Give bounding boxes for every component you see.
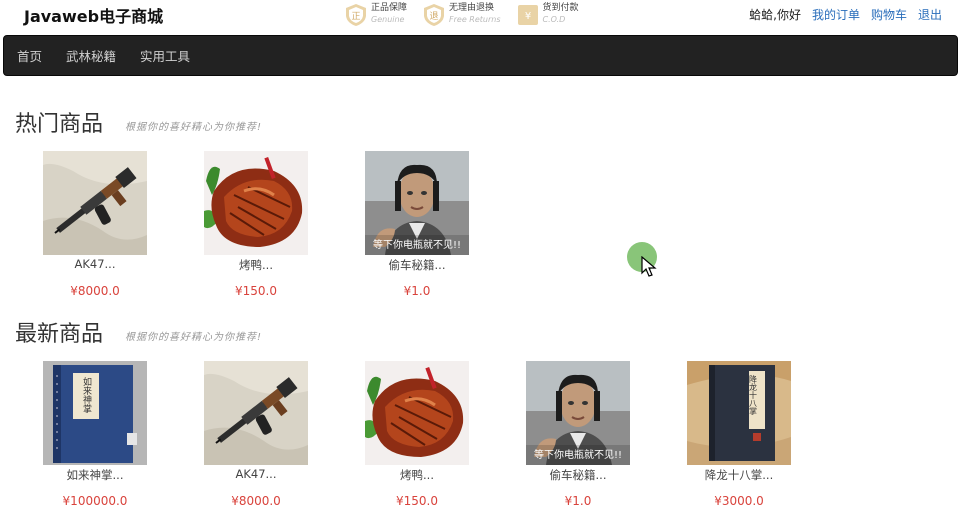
product-price: ¥8000.0 xyxy=(231,494,281,508)
product-image-book-blue[interactable]: 如来神掌 xyxy=(43,361,147,465)
product-card[interactable]: AK47... ¥8000.0 xyxy=(43,151,147,298)
book-title-text: 如来神掌 xyxy=(81,376,92,413)
product-name[interactable]: 烤鸭... xyxy=(204,257,308,273)
product-card[interactable]: 降龙十八掌 降龙十八掌... ¥3000.0 xyxy=(687,361,791,508)
badge-genuine: 正 正品保障 Genuine xyxy=(345,3,407,27)
product-name[interactable]: 降龙十八掌... xyxy=(687,467,791,483)
site-logo[interactable]: Javaweb电子商城 xyxy=(24,3,163,27)
product-name[interactable]: AK47... xyxy=(43,257,147,273)
new-section-title: 最新商品 xyxy=(15,322,104,347)
product-card[interactable]: AK47... ¥8000.0 xyxy=(204,361,308,508)
badge-genuine-label: 正品保障 xyxy=(371,3,408,13)
svg-text:正: 正 xyxy=(351,12,360,22)
product-price: ¥8000.0 xyxy=(70,284,120,298)
new-section-slogan: 根据你的喜好精心为你推荐! xyxy=(125,332,263,343)
hot-section-title: 热门商品 xyxy=(15,112,104,137)
product-card[interactable]: 等下你电瓶就不见!! 偷车秘籍... ¥1.0 xyxy=(365,151,469,298)
meme-caption: 等下你电瓶就不见!! xyxy=(373,238,461,251)
product-image-man-pointing[interactable]: 等下你电瓶就不见!! xyxy=(526,361,630,465)
product-price: ¥1.0 xyxy=(564,494,592,508)
book-title-text: 降龙十八掌 xyxy=(749,374,758,415)
product-price: ¥150.0 xyxy=(235,284,277,298)
product-image-rifle[interactable] xyxy=(43,151,147,255)
product-price: ¥1.0 xyxy=(403,284,431,298)
product-name[interactable]: 如来神掌... xyxy=(43,467,147,483)
product-name[interactable]: 偷车秘籍... xyxy=(365,257,469,273)
product-card[interactable]: 等下你电瓶就不见!! 偷车秘籍... ¥1.0 xyxy=(526,361,630,508)
product-price: ¥150.0 xyxy=(396,494,438,508)
main-navbar: 首页 武林秘籍 实用工具 xyxy=(3,35,958,76)
product-image-roast-duck[interactable] xyxy=(204,151,308,255)
hot-section-slogan: 根据你的喜好精心为你推荐! xyxy=(125,122,263,133)
badge-genuine-sub: Genuine xyxy=(371,15,405,24)
product-image-man-pointing[interactable]: 等下你电瓶就不见!! xyxy=(365,151,469,255)
user-links: 蛤蛤,你好 我的订单 购物车 退出 xyxy=(749,6,942,23)
svg-text:¥: ¥ xyxy=(524,11,530,22)
genuine-icon: 正 xyxy=(346,4,366,26)
cursor-arrow-icon xyxy=(641,256,657,277)
svg-text:退: 退 xyxy=(430,11,439,22)
badge-returns-sub: Free Returns xyxy=(449,15,501,24)
product-card[interactable]: 如来神掌 如来神掌... ¥100000.0 xyxy=(43,361,147,508)
badge-returns-label: 无理由退换 xyxy=(449,3,495,13)
logout-link[interactable]: 退出 xyxy=(918,6,942,23)
product-image-book-dark[interactable]: 降龙十八掌 xyxy=(687,361,791,465)
nav-tools[interactable]: 实用工具 xyxy=(128,46,202,65)
product-card[interactable]: 烤鸭... ¥150.0 xyxy=(204,151,308,298)
badge-cod-sub: C.O.D xyxy=(542,15,566,24)
cart-link[interactable]: 购物车 xyxy=(871,6,907,23)
meme-caption: 等下你电瓶就不见!! xyxy=(534,448,622,461)
cod-icon: ¥ xyxy=(517,5,538,25)
returns-icon: 退 xyxy=(424,4,445,26)
product-price: ¥100000.0 xyxy=(62,494,128,508)
product-image-rifle[interactable] xyxy=(204,361,308,465)
service-badges: 正 正品保障 Genuine 退 无理由退换 Free Returns ¥ 货到… xyxy=(345,3,579,27)
product-name[interactable]: 烤鸭... xyxy=(365,467,469,483)
nav-home[interactable]: 首页 xyxy=(4,46,54,65)
product-name[interactable]: AK47... xyxy=(204,467,308,483)
badge-cod: ¥ 货到付款 C.O.D xyxy=(517,3,579,27)
nav-martial-arts-books[interactable]: 武林秘籍 xyxy=(54,46,128,65)
user-greeting: 蛤蛤,你好 xyxy=(749,8,801,22)
product-card[interactable]: 烤鸭... ¥150.0 xyxy=(365,361,469,508)
product-image-roast-duck[interactable] xyxy=(365,361,469,465)
badge-cod-label: 货到付款 xyxy=(542,3,579,13)
product-name[interactable]: 偷车秘籍... xyxy=(526,467,630,483)
badge-returns: 退 无理由退换 Free Returns xyxy=(423,3,501,27)
my-orders-link[interactable]: 我的订单 xyxy=(812,6,860,23)
product-price: ¥3000.0 xyxy=(714,494,764,508)
